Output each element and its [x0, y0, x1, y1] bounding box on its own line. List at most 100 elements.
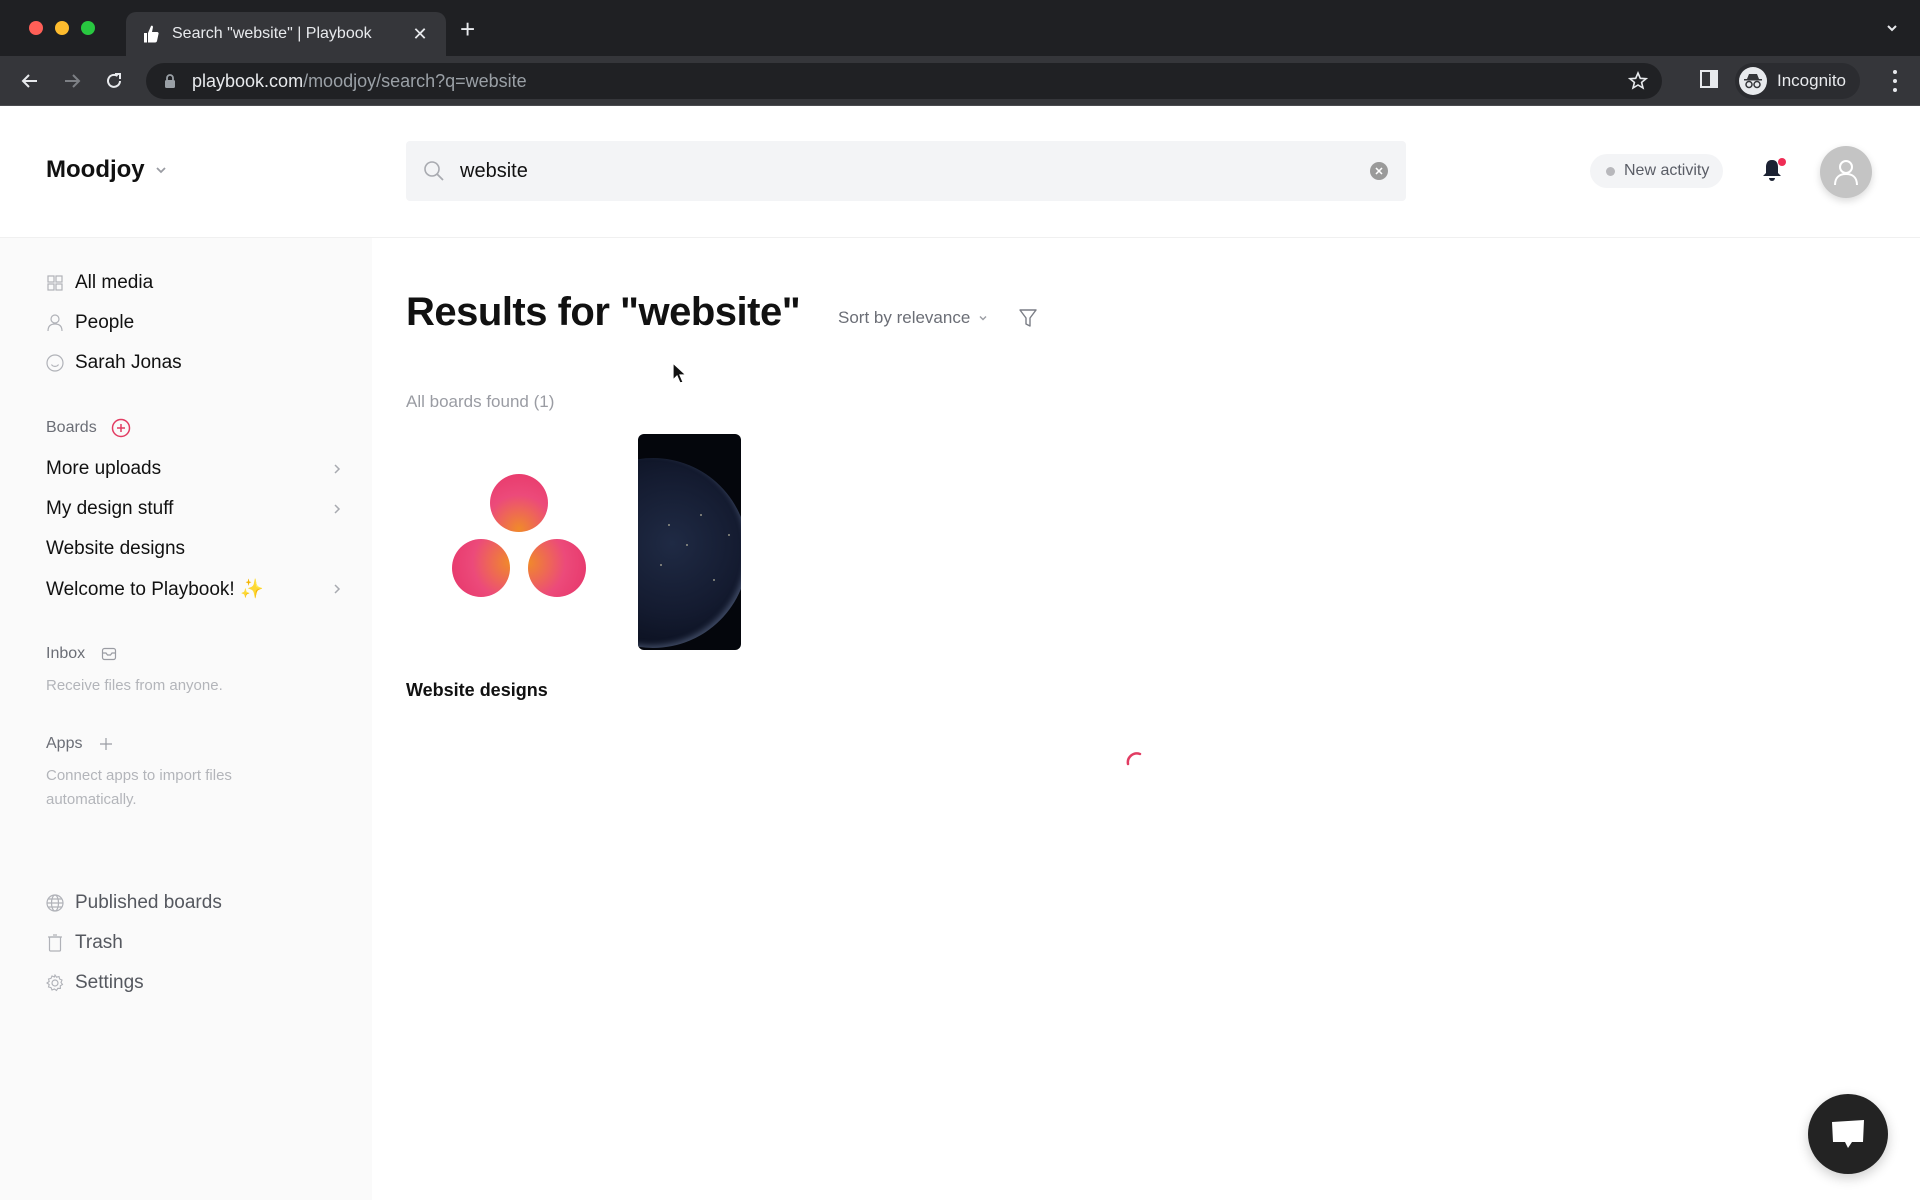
board-thumbnail-earth — [638, 434, 741, 650]
sidebar-item-people[interactable]: People — [46, 308, 134, 338]
browser-tab-active[interactable]: Search "website" | Playbook ✕ — [126, 12, 446, 56]
clear-search-icon[interactable]: ✕ — [1370, 162, 1388, 180]
sidebar-item-label: Settings — [75, 972, 144, 993]
browser-toolbar: playbook.com/moodjoy/search?q=website In… — [0, 56, 1920, 106]
sidebar-item-published-boards[interactable]: Published boards — [46, 888, 222, 918]
sidebar-board-welcome-to-playbook[interactable]: Welcome to Playbook! ✨ — [46, 574, 342, 604]
reload-icon[interactable] — [102, 69, 126, 93]
lock-icon — [162, 73, 178, 89]
add-app-icon[interactable] — [96, 734, 116, 754]
logo-dot — [528, 539, 586, 597]
chevron-right-icon[interactable] — [332, 583, 342, 595]
page-title: Results for "website" — [406, 290, 801, 334]
inbox-label: Inbox — [46, 645, 86, 662]
loading-spinner-icon — [1126, 752, 1142, 766]
sidebar-item-label: Sarah Jonas — [75, 352, 182, 373]
activity-status-dot — [1606, 166, 1615, 176]
side-panel-icon[interactable] — [1699, 69, 1719, 89]
search-input[interactable] — [460, 159, 1370, 183]
sidebar-item-label: Published boards — [75, 892, 222, 913]
user-icon — [1834, 160, 1858, 186]
back-arrow-icon[interactable] — [18, 69, 42, 93]
incognito-profile-button[interactable]: Incognito — [1735, 63, 1860, 99]
apps-section-header: Apps — [46, 734, 116, 754]
gear-icon — [46, 974, 64, 992]
thumbs-up-icon — [142, 25, 160, 43]
address-bar[interactable]: playbook.com/moodjoy/search?q=website — [146, 63, 1662, 99]
forward-arrow-icon[interactable] — [60, 69, 84, 93]
city-lights — [713, 579, 715, 581]
sidebar-item-settings[interactable]: Settings — [46, 968, 144, 998]
new-activity-label: New activity — [1624, 162, 1710, 179]
board-result-name[interactable]: Website designs — [406, 680, 548, 701]
chevron-right-icon[interactable] — [332, 503, 342, 515]
notifications-bell-icon[interactable] — [1762, 158, 1786, 184]
new-activity-button[interactable]: New activity — [1590, 154, 1724, 188]
inbox-icon[interactable] — [99, 644, 119, 664]
workspace-switcher[interactable]: Moodjoy — [46, 156, 167, 184]
sidebar-item-all-media[interactable]: All media — [46, 268, 153, 298]
sort-dropdown[interactable]: Sort by relevance — [838, 308, 988, 328]
mouse-cursor-icon — [672, 362, 688, 384]
trash-icon — [46, 934, 64, 952]
city-lights — [668, 524, 670, 526]
filter-icon[interactable] — [1019, 308, 1037, 328]
board-label: Website designs — [46, 538, 186, 559]
notification-dot — [1778, 158, 1786, 166]
search-bar: ✕ — [406, 141, 1406, 201]
sidebar-board-more-uploads[interactable]: More uploads — [46, 454, 342, 484]
boards-label: Boards — [46, 419, 97, 436]
sidebar-board-website-designs[interactable]: Website designs — [46, 534, 342, 564]
chevron-down-icon — [979, 316, 987, 321]
incognito-label: Incognito — [1777, 71, 1846, 90]
inbox-description: Receive files from anyone. — [46, 677, 223, 694]
smiley-icon — [46, 354, 64, 372]
board-label: My design stuff — [46, 498, 174, 519]
board-thumbnail-logo — [406, 434, 632, 650]
city-lights — [686, 544, 688, 546]
workspace-name: Moodjoy — [46, 156, 145, 183]
city-lights — [700, 514, 702, 516]
sidebar-item-label: Trash — [75, 932, 123, 953]
app-header: Moodjoy ✕ New activity — [0, 106, 1920, 238]
tab-search-chevron-icon[interactable] — [1886, 22, 1898, 34]
url-path: /moodjoy/search?q=website — [303, 70, 527, 91]
incognito-icon — [1739, 67, 1767, 95]
url-host: playbook.com — [192, 70, 304, 91]
close-window-button[interactable] — [29, 21, 43, 35]
browser-menu-icon[interactable] — [1892, 70, 1898, 92]
apps-label: Apps — [46, 735, 83, 752]
tab-close-icon[interactable]: ✕ — [410, 24, 430, 45]
maximize-window-button[interactable] — [81, 21, 95, 35]
add-board-icon[interactable] — [111, 418, 131, 438]
boards-section-header: Boards — [46, 418, 131, 438]
logo-dot — [452, 539, 510, 597]
new-tab-button[interactable]: + — [460, 16, 475, 42]
globe-icon — [46, 894, 64, 912]
sidebar-item-trash[interactable]: Trash — [46, 928, 123, 958]
logo-dot — [490, 474, 548, 532]
chat-bubble-icon — [1832, 1120, 1864, 1148]
tab-strip: Search "website" | Playbook ✕ + — [0, 0, 1920, 56]
grid-icon — [46, 274, 64, 292]
tab-title: Search "website" | Playbook — [172, 25, 372, 42]
user-avatar[interactable] — [1820, 146, 1872, 198]
minimize-window-button[interactable] — [55, 21, 69, 35]
apps-description: Connect apps to import files automatical… — [46, 767, 232, 808]
sidebar-item-label: People — [75, 312, 135, 333]
sort-label: Sort by relevance — [838, 308, 971, 327]
earth-globe-image — [638, 458, 741, 648]
browser-chrome: Search "website" | Playbook ✕ + playbook… — [0, 0, 1920, 106]
inbox-section-header: Inbox — [46, 644, 119, 664]
boards-found-count: All boards found (1) — [406, 392, 555, 411]
chat-support-button[interactable] — [1808, 1094, 1888, 1174]
board-label: Welcome to Playbook! ✨ — [46, 579, 264, 600]
chevron-down-icon — [156, 167, 166, 174]
bookmark-star-icon[interactable] — [1628, 71, 1648, 91]
sidebar-item-sarah-jonas[interactable]: Sarah Jonas — [46, 348, 182, 378]
sidebar-board-my-design-stuff[interactable]: My design stuff — [46, 494, 342, 524]
city-lights — [728, 534, 730, 536]
search-icon — [424, 161, 444, 181]
chevron-right-icon[interactable] — [332, 463, 342, 475]
sidebar-item-label: All media — [75, 272, 154, 293]
